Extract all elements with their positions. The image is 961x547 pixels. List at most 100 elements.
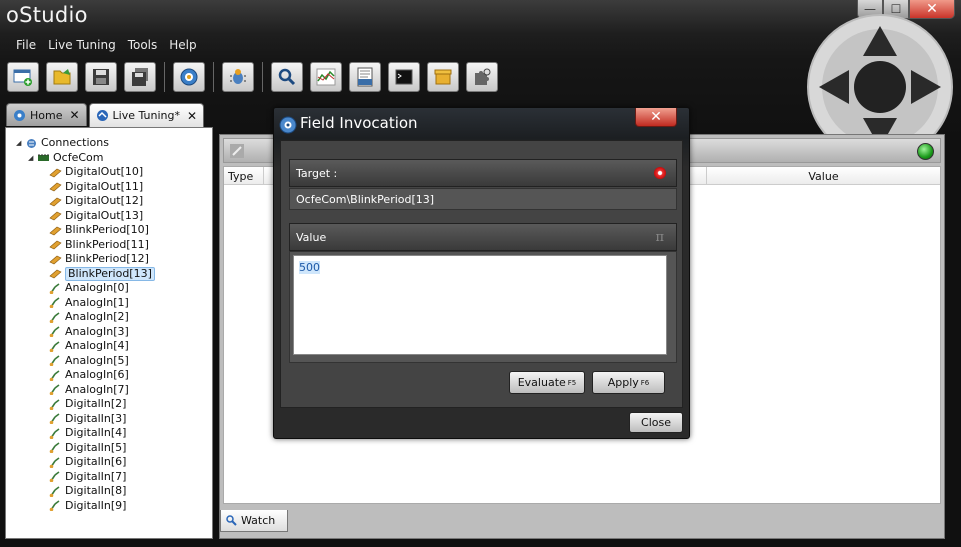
log-button[interactable] xyxy=(349,62,381,92)
tree-item[interactable]: DigitalIn[4] xyxy=(16,426,212,441)
probe-icon xyxy=(49,457,60,468)
tree-item[interactable]: AnalogIn[0] xyxy=(16,281,212,296)
connections-icon xyxy=(27,138,36,148)
settings-icon xyxy=(180,68,198,86)
probe-icon xyxy=(49,341,60,352)
tree-item-label: BlinkPeriod[11] xyxy=(65,237,149,251)
log-icon xyxy=(357,67,373,87)
tree-item-label: DigitalIn[2] xyxy=(65,397,127,410)
tab-live-tuning-close-icon[interactable]: ✕ xyxy=(187,109,197,123)
menu-bar: File Live Tuning Tools Help xyxy=(0,36,961,56)
tree-item[interactable]: DigitalOut[10] xyxy=(16,165,212,180)
apply-button[interactable]: Apply F6 xyxy=(592,371,665,394)
document-tabs: Home ✕ Live Tuning* ✕ xyxy=(6,103,206,127)
app-window: oStudio — ☐ ✕ File Live Tuning Tools Hel… xyxy=(0,0,961,547)
settings-button[interactable] xyxy=(173,62,205,92)
close-button[interactable]: Close xyxy=(629,412,683,433)
target-value: OcfeCom\BlinkPeriod[13] xyxy=(289,188,677,210)
tab-home-close-icon[interactable]: ✕ xyxy=(69,108,79,122)
bug-icon xyxy=(230,69,246,84)
probe-icon xyxy=(49,399,60,410)
probe-icon xyxy=(49,384,60,396)
tree-item[interactable]: DigitalIn[8] xyxy=(16,484,212,499)
tab-live-tuning-label: Live Tuning* xyxy=(112,109,181,122)
column-type[interactable]: Type xyxy=(224,167,264,184)
tab-home-label: Home xyxy=(30,108,63,122)
tree-item[interactable]: AnalogIn[1] xyxy=(16,296,212,311)
tree-item[interactable]: DigitalIn[2] xyxy=(16,397,212,412)
tree-item-label: AnalogIn[0] xyxy=(65,281,129,294)
evaluate-shortcut: F5 xyxy=(567,378,577,387)
probe-icon xyxy=(49,471,60,483)
tree-item[interactable]: DigitalIn[3] xyxy=(16,412,212,427)
debug-button[interactable] xyxy=(222,62,254,92)
chart-icon xyxy=(316,68,336,86)
tree-item-label: AnalogIn[6] xyxy=(65,368,129,381)
evaluate-button[interactable]: Evaluate F5 xyxy=(509,371,585,394)
tab-watch[interactable]: Watch xyxy=(220,510,288,532)
probe-icon xyxy=(49,500,60,512)
field-icon xyxy=(49,211,62,221)
tree-item[interactable]: DigitalIn[5] xyxy=(16,441,212,456)
tree-items: DigitalOut[10] DigitalOut[11] DigitalOut[1… xyxy=(16,165,212,513)
package-button[interactable] xyxy=(427,62,459,92)
toolbar-separator xyxy=(164,62,165,92)
tree-root[interactable]: ◢ Connections xyxy=(16,136,212,151)
tree-item[interactable]: BlinkPeriod[11] xyxy=(16,238,212,253)
menu-help[interactable]: Help xyxy=(163,36,202,56)
menu-tools[interactable]: Tools xyxy=(122,36,164,56)
dialog-close-icon[interactable]: ✕ xyxy=(635,108,677,127)
new-connection-button[interactable] xyxy=(7,62,39,92)
search-button[interactable] xyxy=(271,62,303,92)
tree-item-label: AnalogIn[7] xyxy=(65,382,129,396)
tree-item[interactable]: DigitalOut[12] xyxy=(16,194,212,209)
tree-item-label: DigitalOut[13] xyxy=(65,208,144,222)
tree-item[interactable]: AnalogIn[6] xyxy=(16,368,212,383)
tree-item-label: AnalogIn[4] xyxy=(65,339,129,352)
tab-home[interactable]: Home ✕ xyxy=(6,103,87,126)
tree-item[interactable]: AnalogIn[2] xyxy=(16,310,212,325)
chart-button[interactable] xyxy=(310,62,342,92)
tree-item[interactable]: AnalogIn[4] xyxy=(16,339,212,354)
edit-icon[interactable] xyxy=(229,143,245,159)
tree-item[interactable]: DigitalOut[11] xyxy=(16,180,212,195)
tree-item[interactable]: DigitalIn[6] xyxy=(16,455,212,470)
tree-item[interactable]: AnalogIn[7] xyxy=(16,383,212,398)
tree-item-label: BlinkPeriod[13] xyxy=(65,266,155,281)
tree-item[interactable]: BlinkPeriod[12] xyxy=(16,252,212,267)
tree-item[interactable]: DigitalOut[13] xyxy=(16,209,212,224)
tree-item-label: DigitalIn[7] xyxy=(65,469,127,483)
tree-item-label: AnalogIn[3] xyxy=(65,324,129,338)
tree-item[interactable]: DigitalIn[7] xyxy=(16,470,212,485)
plugin-button[interactable] xyxy=(466,62,498,92)
menu-file[interactable]: File xyxy=(10,36,42,56)
field-icon xyxy=(49,240,62,250)
column-value[interactable]: Value xyxy=(707,167,940,184)
probe-icon xyxy=(49,355,60,367)
tree-item[interactable]: DigitalIn[9] xyxy=(16,499,212,514)
new-connection-icon xyxy=(13,69,32,86)
tree-item-label: DigitalIn[9] xyxy=(65,498,127,512)
pi-icon[interactable]: π xyxy=(655,230,664,245)
open-button[interactable] xyxy=(46,62,78,92)
field-icon xyxy=(49,226,62,236)
tree-item-label: DigitalIn[4] xyxy=(65,426,127,439)
menu-live-tuning[interactable]: Live Tuning xyxy=(42,36,122,56)
probe-icon xyxy=(49,413,60,425)
field-icon xyxy=(49,182,62,192)
tree-device[interactable]: ◢ OcfeCom xyxy=(16,151,212,166)
collapse-arrow-icon[interactable]: ◢ xyxy=(28,151,37,166)
save-all-button[interactable] xyxy=(124,62,156,92)
live-tuning-icon xyxy=(96,110,108,121)
save-button[interactable] xyxy=(85,62,117,92)
tree-item[interactable]: AnalogIn[3] xyxy=(16,325,212,340)
collapse-arrow-icon[interactable]: ◢ xyxy=(16,136,25,151)
target-status-icon[interactable] xyxy=(654,167,666,179)
tree-item[interactable]: AnalogIn[5] xyxy=(16,354,212,369)
tree-item[interactable]: BlinkPeriod[13] xyxy=(16,266,212,282)
plugin-icon xyxy=(475,68,491,85)
tree-item[interactable]: BlinkPeriod[10] xyxy=(16,223,212,238)
terminal-button[interactable] xyxy=(388,62,420,92)
tab-live-tuning[interactable]: Live Tuning* ✕ xyxy=(88,103,205,127)
value-input[interactable]: 500 xyxy=(293,255,667,355)
